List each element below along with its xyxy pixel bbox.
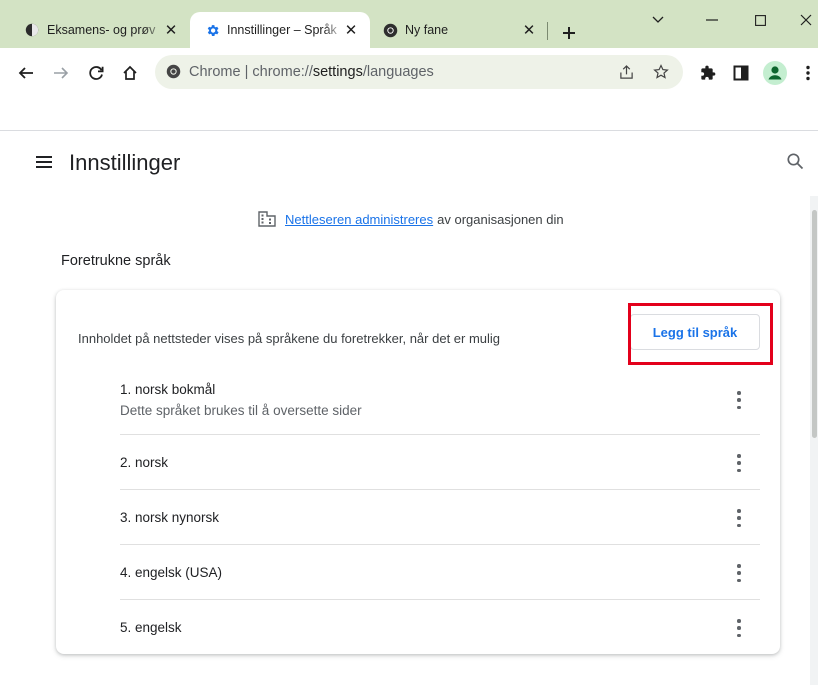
address-bar[interactable]: Chrome | chrome://settings/languages [155, 55, 683, 89]
tab-title: Innstillinger – Språk [227, 23, 337, 37]
tab-title: Eksamens- og prøv [47, 23, 156, 37]
language-row: 2. norsk [120, 434, 760, 489]
scrollbar-thumb[interactable] [812, 210, 817, 438]
tab-title: Ny fane [405, 23, 449, 37]
extensions-icon[interactable] [697, 62, 719, 84]
menu-icon[interactable] [32, 150, 56, 174]
language-row: 4. engelsk (USA) [120, 544, 760, 599]
language-more-icon[interactable] [734, 391, 744, 409]
language-name: 2. norsk [120, 455, 169, 470]
bookmark-star-icon[interactable] [652, 63, 670, 81]
page-title: Innstillinger [69, 150, 181, 175]
language-name: 5. engelsk [120, 620, 182, 635]
back-icon[interactable] [13, 60, 39, 86]
profile-avatar[interactable] [762, 60, 788, 86]
section-title: Foretrukne språk [61, 253, 171, 269]
tab-exam[interactable]: Eksamens- og prøv ✕ [12, 12, 190, 48]
chrome-icon [382, 22, 398, 38]
close-tab-icon[interactable]: ✕ [162, 21, 180, 39]
browser-toolbar: Chrome | chrome://settings/languages [0, 48, 818, 100]
add-language-button[interactable]: Legg til språk [630, 314, 760, 350]
chrome-icon [166, 64, 181, 84]
managed-text: av organisasjonen din [437, 211, 564, 227]
card-description: Innholdet på nettsteder vises på språken… [78, 331, 501, 346]
language-row: 3. norsk nynorsk [120, 489, 760, 544]
share-icon[interactable] [617, 63, 635, 81]
managed-notice: Nettleseren administreres av organisasjo… [258, 211, 564, 227]
minimize-icon[interactable] [694, 6, 730, 34]
tab-search-icon[interactable] [640, 6, 676, 34]
language-name: 3. norsk nynorsk [120, 510, 220, 525]
language-more-icon[interactable] [734, 509, 744, 527]
language-row: 5. engelsk [120, 599, 760, 654]
language-translate-note: Dette språket brukes til å oversette sid… [120, 403, 362, 418]
more-menu-icon[interactable] [797, 62, 818, 84]
managed-link[interactable]: Nettleseren administreres [285, 212, 433, 227]
building-icon [258, 211, 276, 227]
language-name: 1. norsk bokmål [120, 382, 216, 397]
close-tab-icon[interactable]: ✕ [342, 21, 360, 39]
close-tab-icon[interactable]: ✕ [520, 21, 538, 39]
preferred-languages-card: Innholdet på nettsteder vises på språken… [56, 290, 780, 654]
reload-icon[interactable] [83, 60, 109, 86]
language-row: 1. norsk bokmål Dette språket brukes til… [120, 366, 760, 434]
tab-new[interactable]: Ny fane ✕ [370, 12, 548, 48]
home-icon[interactable] [117, 60, 143, 86]
maximize-icon[interactable] [742, 6, 778, 34]
exam-site-icon [24, 22, 40, 38]
address-text: Chrome | chrome://settings/languages [189, 64, 434, 80]
header-divider [0, 130, 818, 131]
side-panel-icon[interactable] [730, 62, 752, 84]
search-icon[interactable] [786, 152, 806, 172]
close-window-icon[interactable] [788, 6, 818, 34]
language-name: 4. engelsk (USA) [120, 565, 223, 580]
settings-gear-icon [204, 22, 220, 38]
tab-divider [547, 22, 548, 40]
tab-settings[interactable]: Innstillinger – Språk ✕ [190, 12, 370, 48]
language-more-icon[interactable] [734, 619, 744, 637]
forward-icon[interactable] [48, 60, 74, 86]
new-tab-button[interactable] [556, 20, 582, 46]
language-more-icon[interactable] [734, 454, 744, 472]
tab-strip: Eksamens- og prøv ✕ Innstillinger – Språ… [0, 0, 818, 48]
language-more-icon[interactable] [734, 564, 744, 582]
